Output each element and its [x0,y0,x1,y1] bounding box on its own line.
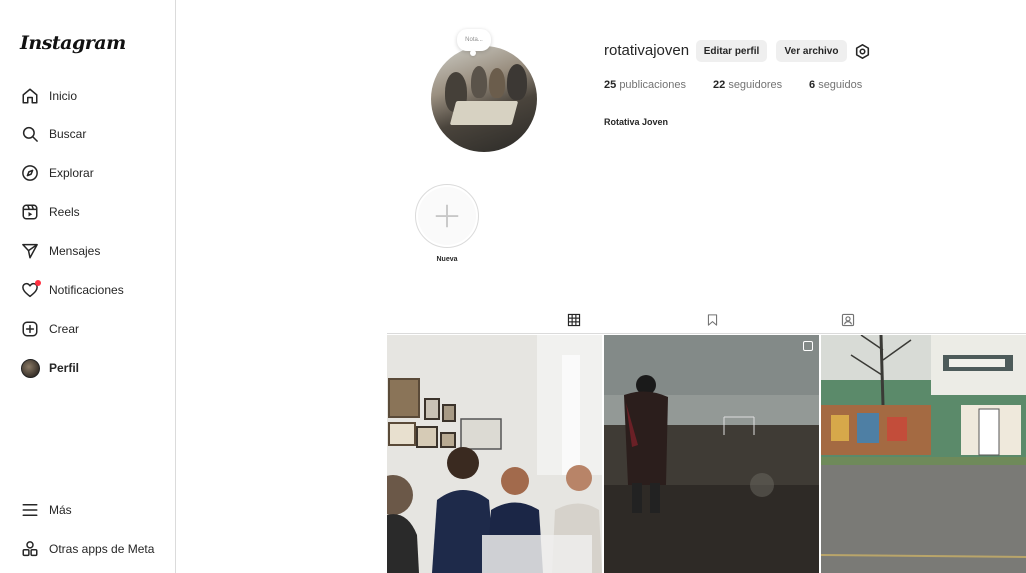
sidebar-item-notificaciones[interactable]: Notificaciones [20,277,170,303]
sidebar-item-label: Más [49,503,72,517]
sidebar-item-mas[interactable]: Más [20,497,170,523]
heart-icon [20,280,41,300]
grid-icon [567,313,581,326]
profile-full-name: Rotativa Joven [604,117,669,127]
multiple-media-icon [803,341,813,351]
photo-figure [507,64,527,100]
sidebar-item-crear[interactable]: Crear [20,316,170,342]
post-photo [604,335,819,573]
stat-label: seguidores [728,79,783,91]
notification-badge [35,280,41,286]
profile-username: rotativajoven [604,42,690,59]
instagram-logo[interactable]: Instagram [20,32,126,54]
view-archive-button[interactable]: Ver archivo [776,40,847,62]
tab-posts[interactable] [554,306,594,334]
sidebar: Instagram Inicio Buscar Explorar Reels M… [0,0,176,573]
sidebar-item-label: Perfil [49,361,80,375]
photo-table [449,101,519,125]
bookmark-icon [707,314,717,326]
highlight-label: Nueva [436,256,458,263]
stat-followers[interactable]: 22 seguidores [713,79,782,91]
send-icon [20,241,40,261]
sidebar-item-otras-apps[interactable]: Otras apps de Meta [20,536,170,562]
sidebar-item-label: Inicio [49,89,78,103]
sidebar-item-reels[interactable]: Reels [20,199,170,225]
photo-figure [471,66,487,98]
avatar [20,358,40,378]
stat-following[interactable]: 6 seguidos [809,79,862,91]
sidebar-item-perfil[interactable]: Perfil [20,355,170,381]
home-icon [20,86,40,106]
post-photo [387,335,602,573]
sidebar-item-label: Mensajes [49,244,101,258]
highlight-circle [418,187,476,245]
post-thumbnail[interactable] [604,335,819,573]
tabs-divider [387,333,1026,334]
sidebar-item-label: Reels [49,205,80,219]
stat-count: 25 [604,79,617,91]
menu-icon [20,500,40,520]
post-photo [821,335,1026,573]
tab-tagged[interactable] [828,306,868,334]
compass-icon [20,163,40,183]
sidebar-item-mensajes[interactable]: Mensajes [20,238,170,264]
edit-profile-button[interactable]: Editar perfil [696,40,767,62]
sidebar-item-label: Notificaciones [49,283,124,297]
sidebar-item-label: Explorar [49,166,94,180]
new-highlight-button[interactable] [415,184,479,248]
note-bubble[interactable]: Nota... [457,29,491,56]
sidebar-item-explorar[interactable]: Explorar [20,160,170,186]
stat-label: publicaciones [619,79,686,91]
stat-label: seguidos [818,79,863,91]
sidebar-item-buscar[interactable]: Buscar [20,121,170,147]
tagged-icon [841,313,855,327]
profile-avatar-icon [20,358,40,378]
apps-icon [20,539,40,559]
sidebar-item-label: Crear [49,322,80,336]
photo-figure [489,68,505,98]
stat-count: 22 [713,79,726,91]
search-icon [20,124,40,144]
sidebar-item-label: Otras apps de Meta [49,542,155,556]
stat-posts: 25 publicaciones [604,79,686,91]
tab-saved[interactable] [692,306,732,334]
plus-square-icon [20,319,40,339]
post-thumbnail[interactable] [387,335,602,573]
sidebar-item-label: Buscar [49,127,87,141]
profile-picture[interactable] [431,46,537,152]
settings-gear-icon[interactable] [853,42,871,60]
post-thumbnail[interactable] [821,335,1026,573]
sidebar-item-inicio[interactable]: Inicio [20,83,170,109]
stat-count: 6 [809,79,816,91]
plus-icon [435,204,459,228]
reels-icon [20,202,40,222]
